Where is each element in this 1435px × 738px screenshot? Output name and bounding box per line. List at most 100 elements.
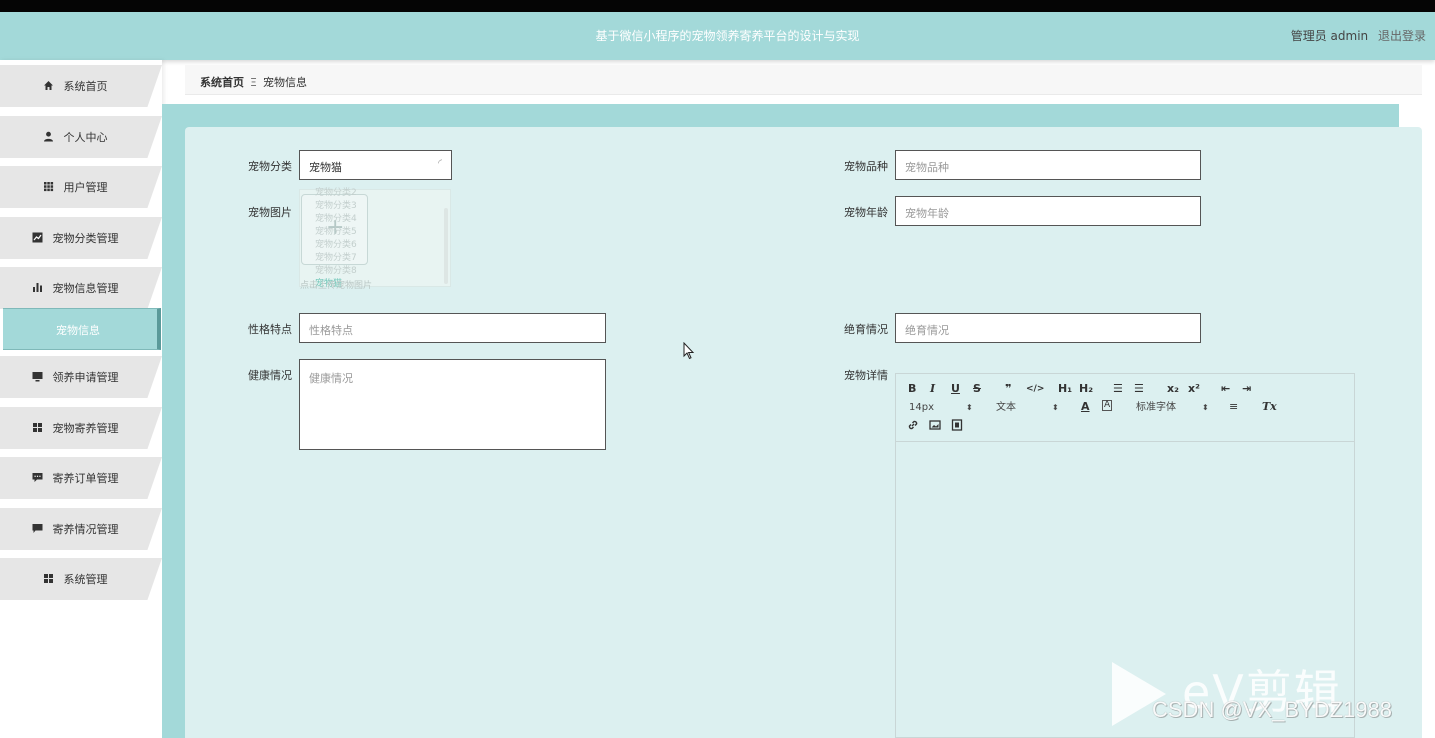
apps-icon — [43, 573, 55, 585]
dropdown-option[interactable]: 宠物分类7 — [315, 252, 445, 265]
upload-tip: 点击上传宠物图片 — [300, 281, 373, 291]
breadcrumb-bar: 系统首页 Ξ 宠物信息 — [185, 65, 1422, 95]
sidebar: 系统首页 个人中心 用户管理 宠物分类管理 宠物信息管理 宠物信息 领养申请管理 — [0, 60, 162, 738]
video-icon[interactable] — [951, 419, 963, 435]
sidebar-item-adoption[interactable]: 领养申请管理 — [0, 356, 162, 398]
background-color-icon[interactable]: A — [1102, 400, 1113, 411]
sidebar-item-boarding[interactable]: 宠物寄养管理 — [0, 407, 162, 449]
sidebar-item-home[interactable]: 系统首页 — [0, 65, 162, 107]
editor-toolbar: B I U S ❞ </> H₁ H₂ ☰ ☰ x₂ x² ⇤ ⇥ 14px ⬍… — [896, 374, 1354, 442]
bullet-list-button[interactable]: ☰ — [1134, 382, 1144, 396]
header1-button[interactable]: H₁ — [1058, 382, 1072, 396]
font-family-arrow-icon: ⬍ — [1202, 403, 1209, 412]
health-label: 健康情况 — [248, 369, 292, 382]
sidebar-item-boarding-orders[interactable]: 寄养订单管理 — [0, 457, 162, 499]
dropdown-scrollbar[interactable] — [444, 208, 448, 284]
header-select[interactable]: 文本 — [996, 401, 1016, 415]
sidebar-item-label: 用户管理 — [63, 181, 108, 194]
font-color-icon[interactable]: A — [1081, 400, 1090, 414]
breadcrumb-current: 宠物信息 — [262, 76, 307, 89]
image-label: 宠物图片 — [248, 206, 292, 219]
chat-icon — [32, 523, 44, 535]
font-size-arrow-icon: ⬍ — [966, 403, 973, 412]
ordered-list-button[interactable]: ☰ — [1113, 382, 1123, 396]
subscript-button[interactable]: x₂ — [1167, 382, 1179, 396]
breadcrumb: 系统首页 Ξ 宠物信息 — [200, 74, 307, 90]
superscript-button[interactable]: x² — [1188, 382, 1200, 396]
outdent-button[interactable]: ⇤ — [1221, 382, 1230, 396]
dropdown-option[interactable]: 宠物分类3 — [315, 200, 445, 213]
category-select[interactable]: 宠物猫 ◜ — [299, 150, 452, 180]
sidebar-subitem-pet-info[interactable]: 宠物信息 — [3, 308, 161, 350]
bold-button[interactable]: B — [908, 382, 916, 396]
grid-icon — [43, 181, 55, 193]
sidebar-item-users[interactable]: 用户管理 — [0, 166, 162, 208]
logout-link[interactable]: 退出登录 — [1378, 29, 1426, 43]
breed-input[interactable]: 宠物品种 — [895, 150, 1201, 180]
mouse-cursor-icon — [683, 342, 695, 360]
link-icon[interactable] — [907, 419, 919, 435]
italic-button[interactable]: I — [930, 382, 935, 396]
health-textarea[interactable]: 健康情况 — [299, 359, 606, 450]
trait-label: 性格特点 — [248, 323, 292, 336]
sidebar-item-boarding-status[interactable]: 寄养情况管理 — [0, 508, 162, 550]
sidebar-item-profile[interactable]: 个人中心 — [0, 116, 162, 158]
dropdown-option[interactable]: 宠物分类2 — [315, 187, 445, 200]
csdn-watermark: CSDN @VX_BYDZ1988 — [1152, 697, 1392, 722]
home-icon — [43, 80, 55, 92]
bar-chart-icon — [32, 282, 44, 294]
trait-input[interactable]: 性格特点 — [299, 313, 606, 343]
sidebar-item-label: 寄养情况管理 — [52, 523, 119, 536]
age-input[interactable]: 宠物年龄 — [895, 196, 1201, 226]
code-block-button[interactable]: </> — [1026, 382, 1044, 396]
app-title: 基于微信小程序的宠物领养寄养平台的设计与实现 — [595, 29, 860, 43]
monitor-icon — [32, 371, 44, 383]
sidebar-item-label: 个人中心 — [63, 131, 108, 144]
dropdown-option[interactable]: 宠物分类4 — [315, 213, 445, 226]
line-chart-icon — [32, 232, 44, 244]
sidebar-item-label: 宠物分类管理 — [52, 232, 119, 245]
sidebar-item-pet-category[interactable]: 宠物分类管理 — [0, 217, 162, 259]
indent-button[interactable]: ⇥ — [1242, 382, 1251, 396]
window-top-bar — [0, 0, 1435, 12]
breed-label: 宠物品种 — [844, 160, 888, 173]
sidebar-item-label: 寄养订单管理 — [52, 472, 119, 485]
loading-spinner-icon: ◜ — [438, 158, 442, 169]
apps-icon — [32, 422, 44, 434]
breadcrumb-home[interactable]: 系统首页 — [200, 76, 244, 89]
sterile-input[interactable]: 绝育情况 — [895, 313, 1201, 343]
user-area: 管理员 admin 退出登录 — [1285, 27, 1426, 44]
align-button[interactable]: ≡ — [1229, 400, 1238, 414]
app-header: 基于微信小程序的宠物领养寄养平台的设计与实现 管理员 admin 退出登录 — [0, 12, 1435, 60]
sidebar-item-label: 宠物信息管理 — [52, 282, 119, 295]
blockquote-button[interactable]: ❞ — [1005, 382, 1011, 396]
header-arrow-icon: ⬍ — [1052, 403, 1059, 412]
dropdown-option[interactable]: 宠物分类5 — [315, 226, 445, 239]
sidebar-item-label: 系统首页 — [63, 80, 108, 93]
detail-label: 宠物详情 — [844, 369, 888, 382]
user-label: 管理员 admin — [1290, 29, 1369, 43]
category-value: 宠物猫 — [309, 161, 342, 174]
image-icon[interactable] — [929, 419, 941, 435]
sidebar-item-label: 宠物寄养管理 — [52, 422, 119, 435]
dropdown-option[interactable]: 宠物分类8 — [315, 265, 445, 278]
comment-icon — [32, 472, 44, 484]
sidebar-item-label: 领养申请管理 — [52, 371, 119, 384]
sidebar-subitem-label: 宠物信息 — [56, 324, 100, 337]
dropdown-option[interactable]: 宠物分类6 — [315, 239, 445, 252]
sidebar-item-system[interactable]: 系统管理 — [0, 558, 162, 600]
strike-button[interactable]: S — [973, 382, 981, 396]
sterile-label: 绝育情况 — [844, 323, 888, 336]
header2-button[interactable]: H₂ — [1079, 382, 1093, 396]
font-family-select[interactable]: 标准字体 — [1136, 401, 1176, 415]
font-size-select[interactable]: 14px — [909, 401, 934, 415]
category-label: 宠物分类 — [248, 160, 292, 173]
user-icon — [43, 131, 55, 143]
sidebar-item-pet-info[interactable]: 宠物信息管理 — [0, 267, 162, 309]
image-upload-area[interactable]: + 宠物分类2 宠物分类3 宠物分类4 宠物分类5 宠物分类6 宠物分类7 宠物… — [299, 188, 451, 291]
age-label: 宠物年龄 — [844, 206, 888, 219]
underline-button[interactable]: U — [951, 382, 960, 396]
sidebar-item-label: 系统管理 — [63, 573, 108, 586]
category-dropdown-list: 宠物分类2 宠物分类3 宠物分类4 宠物分类5 宠物分类6 宠物分类7 宠物分类… — [315, 187, 445, 291]
clean-format-button[interactable]: Tx — [1262, 400, 1277, 414]
